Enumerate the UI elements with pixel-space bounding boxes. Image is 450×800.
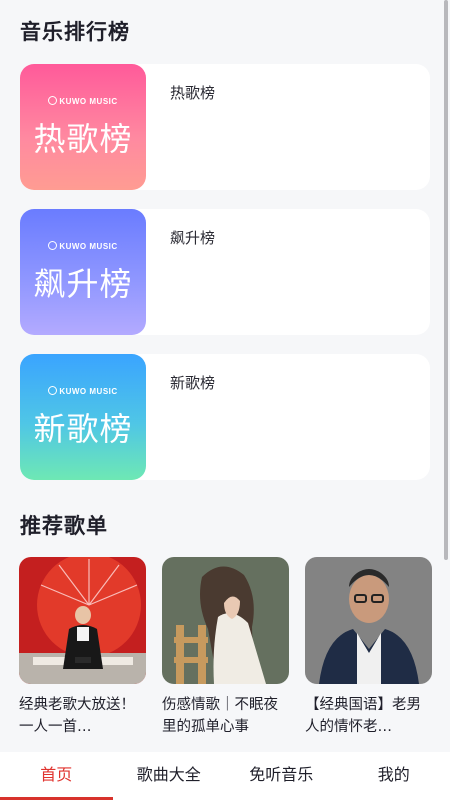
man-portrait-image [305, 557, 432, 684]
ranking-card-new[interactable]: KUWO MUSIC 新歌榜 新歌榜 [20, 354, 430, 480]
ranking-card-hot[interactable]: KUWO MUSIC 热歌榜 热歌榜 [20, 64, 430, 190]
tab-mine[interactable]: 我的 [338, 752, 450, 800]
tab-mine-label: 我的 [377, 765, 410, 784]
vertical-scrollbar[interactable] [444, 0, 448, 560]
main-scroll-area[interactable]: 音乐排行榜 KUWO MUSIC 热歌榜 热歌榜 KUWO MUSIC 飙升榜 … [0, 0, 450, 752]
kuwo-logo-icon [48, 386, 58, 395]
rankings-section-title: 音乐排行榜 [20, 20, 130, 44]
playlist-title: 【经典国语】老男人的情怀老… [305, 697, 421, 735]
playlist-cover-art [19, 557, 146, 684]
kuwo-logo-icon [48, 241, 58, 250]
tab-home[interactable]: 首页 [0, 752, 113, 800]
ranking-cover-title: 飙升榜 [33, 265, 133, 303]
kuwo-logo: KUWO MUSIC [20, 241, 146, 251]
bottom-tab-bar: 首页 歌曲大全 免听音乐 我的 [0, 752, 450, 800]
kuwo-logo-icon [48, 96, 58, 105]
ranking-cover-rising: KUWO MUSIC 飙升榜 [20, 209, 146, 335]
tab-songs[interactable]: 歌曲大全 [113, 752, 226, 800]
girl-illustration-image [162, 557, 289, 684]
kuwo-logo: KUWO MUSIC [20, 386, 146, 396]
ranking-cover-new: KUWO MUSIC 新歌榜 [20, 354, 146, 480]
ranking-name: 热歌榜 [170, 84, 216, 102]
ranking-name: 新歌榜 [170, 374, 216, 392]
playlist-item[interactable]: 经典老歌大放送！一人一首… [19, 557, 146, 738]
ranking-cover-hot: KUWO MUSIC 热歌榜 [20, 64, 146, 190]
tab-home-label: 首页 [40, 765, 73, 784]
ranking-cover-title: 热歌榜 [33, 120, 133, 158]
playlist-title: 经典老歌大放送！一人一首… [19, 697, 135, 735]
playlist-cover-art [305, 557, 432, 684]
playlist-title: 伤感情歌｜不眠夜里的孤单心事 [162, 697, 278, 735]
playlist-item[interactable]: 伤感情歌｜不眠夜里的孤单心事 [162, 557, 289, 738]
kuwo-logo: KUWO MUSIC [20, 96, 146, 106]
playlist-cover-art [162, 557, 289, 684]
singer-on-stage-image [19, 557, 146, 684]
ranking-card-rising[interactable]: KUWO MUSIC 飙升榜 飙升榜 [20, 209, 430, 335]
tab-free-music-label: 免听音乐 [249, 765, 314, 784]
tab-free-music[interactable]: 免听音乐 [225, 752, 338, 800]
tab-songs-label: 歌曲大全 [136, 765, 201, 784]
playlists-section-title: 推荐歌单 [20, 514, 108, 538]
ranking-cover-title: 新歌榜 [33, 410, 133, 448]
playlist-item[interactable]: 【经典国语】老男人的情怀老… [305, 557, 432, 738]
ranking-name: 飙升榜 [170, 229, 216, 247]
